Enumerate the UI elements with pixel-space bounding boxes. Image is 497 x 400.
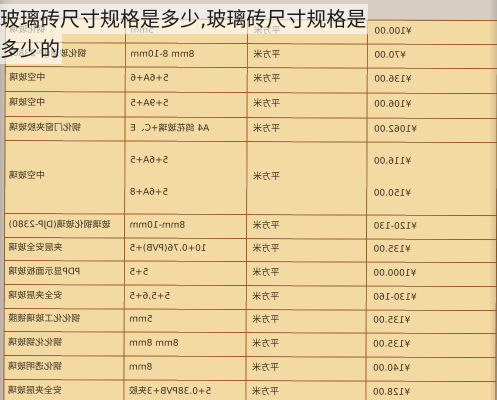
product-name: 玻璃钢化玻璃(DJP-2380) <box>4 213 125 239</box>
table-row: 安全夹层玻璃 5+5,6+5 平方米 ¥130-160 <box>4 284 497 311</box>
product-price: ¥120-130 <box>366 215 497 240</box>
table-row: 中空玻璃 5+6A+5 5+6A+8 平方米 ¥116.00 ¥150.00 <box>4 140 497 216</box>
product-spec: 5+5 <box>124 261 247 286</box>
product-unit: 平方米 <box>247 92 368 119</box>
table-row: 中空玻璃 5+6A+6 平方米 ¥136.00 <box>5 66 497 94</box>
product-spec: 10+0.76(PVB)+5 <box>124 238 247 262</box>
product-spec: 5+9A+5 <box>125 92 248 118</box>
product-unit: 平方米 <box>246 214 367 240</box>
product-unit: 平方米 <box>246 261 367 287</box>
product-name: 钢化透明玻璃 <box>3 355 125 381</box>
product-spec: 5+0.38PVB+3夹胶 <box>123 380 246 400</box>
caption-line: 玻璃砖尺寸规格是多少,玻璃砖尺寸规格是 <box>0 4 369 34</box>
table-row: 安全夹层玻璃 5+0.38PVB+3夹胶 平方米 ¥128.00 <box>3 379 496 400</box>
product-name: 钢化化工玻璃镀膜 <box>4 308 125 333</box>
product-name: 安全夹层玻璃 <box>4 284 125 310</box>
caption-overlay: 玻璃砖尺寸规格是多少,玻璃砖尺寸规格是 多少的 <box>0 4 497 64</box>
product-price: ¥135.00 <box>366 239 497 263</box>
table-row: 钢化化钢玻璃 8mm 8mm 平方米 ¥135.00 <box>4 331 497 358</box>
product-unit: 平方米 <box>246 285 367 311</box>
price-table: 钢化玻璃 5mm 平方米 ¥100.00 钢化玻璃(JP-2380) 8mm 8… <box>3 18 497 400</box>
product-unit: 平方米 <box>247 67 368 94</box>
product-spec: 8mm-10mm <box>124 214 247 239</box>
product-unit: 平方米 <box>245 380 366 400</box>
caption-line: 多少的 <box>0 34 62 64</box>
product-name: 钢化化钢玻璃 <box>4 331 125 357</box>
table-row: 中空玻璃 5+9A+5 平方米 ¥106.00 <box>5 91 497 119</box>
product-price: ¥106.00 <box>367 93 497 119</box>
product-unit: 平方米 <box>246 238 367 263</box>
product-spec-line: 5+6A+8 <box>129 187 168 198</box>
product-price-line: ¥116.00 <box>373 156 411 167</box>
product-spec: 8mm <box>123 356 247 381</box>
product-price: ¥1062.00 <box>366 118 497 143</box>
product-unit: 平方米 <box>246 332 367 358</box>
product-spec: A4 鸽花玻璃+C、E <box>124 117 248 142</box>
product-spec: 8mm 8mm <box>124 332 247 357</box>
product-name: 安全夹层玻璃 <box>3 379 124 400</box>
product-spec: 5+5,6+5 <box>124 285 247 310</box>
product-spec-line: 5+6A+5 <box>129 155 168 166</box>
product-price-line: ¥150.00 <box>373 188 411 199</box>
product-price: ¥116.00 ¥150.00 <box>366 142 497 216</box>
product-spec: 5mm <box>124 309 247 333</box>
table-row: 夹层安全玻璃 10+0.76(PVB)+5 平方米 ¥135.00 <box>4 237 497 263</box>
product-name: PDP显示面板玻璃 <box>4 260 125 286</box>
product-price: ¥128.00 <box>365 381 496 400</box>
product-name: 中空玻璃 <box>5 91 126 118</box>
product-price: ¥130-160 <box>366 286 497 311</box>
product-name: 钢化门窗夹胶玻璃 <box>4 116 126 142</box>
product-spec: 5+6A+5 5+6A+8 <box>124 141 247 215</box>
product-price: ¥1000.00 <box>366 262 497 287</box>
product-unit: 平方米 <box>245 356 367 382</box>
product-price: ¥135.00 <box>366 310 497 334</box>
product-name: 中空玻璃 <box>4 140 125 215</box>
table-row: 钢化门窗夹胶玻璃 A4 鸽花玻璃+C、E 平方米 ¥1062.00 <box>4 116 497 143</box>
table-row: 钢化化工玻璃镀膜 5mm 平方米 ¥135.00 <box>4 308 497 334</box>
table-row: 玻璃钢化玻璃(DJP-2380) 8mm-10mm 平方米 ¥120-130 <box>4 213 497 240</box>
product-unit: 平方米 <box>246 117 368 143</box>
table-row: PDP显示面板玻璃 5+5 平方米 ¥1000.00 <box>4 260 497 287</box>
product-price: ¥136.00 <box>367 68 497 94</box>
product-name: 中空玻璃 <box>5 66 126 93</box>
product-price: ¥135.00 <box>366 333 497 358</box>
product-name: 夹层安全玻璃 <box>4 237 125 262</box>
product-spec: 5+6A+6 <box>125 67 248 93</box>
product-unit: 平方米 <box>246 309 367 334</box>
product-price: ¥140.00 <box>365 357 497 382</box>
table-row: 钢化透明玻璃 8mm 平方米 ¥140.00 <box>3 355 497 382</box>
product-unit: 平方米 <box>246 141 367 216</box>
screenshot-stage: 钢化玻璃 5mm 平方米 ¥100.00 钢化玻璃(JP-2380) 8mm 8… <box>0 0 497 400</box>
